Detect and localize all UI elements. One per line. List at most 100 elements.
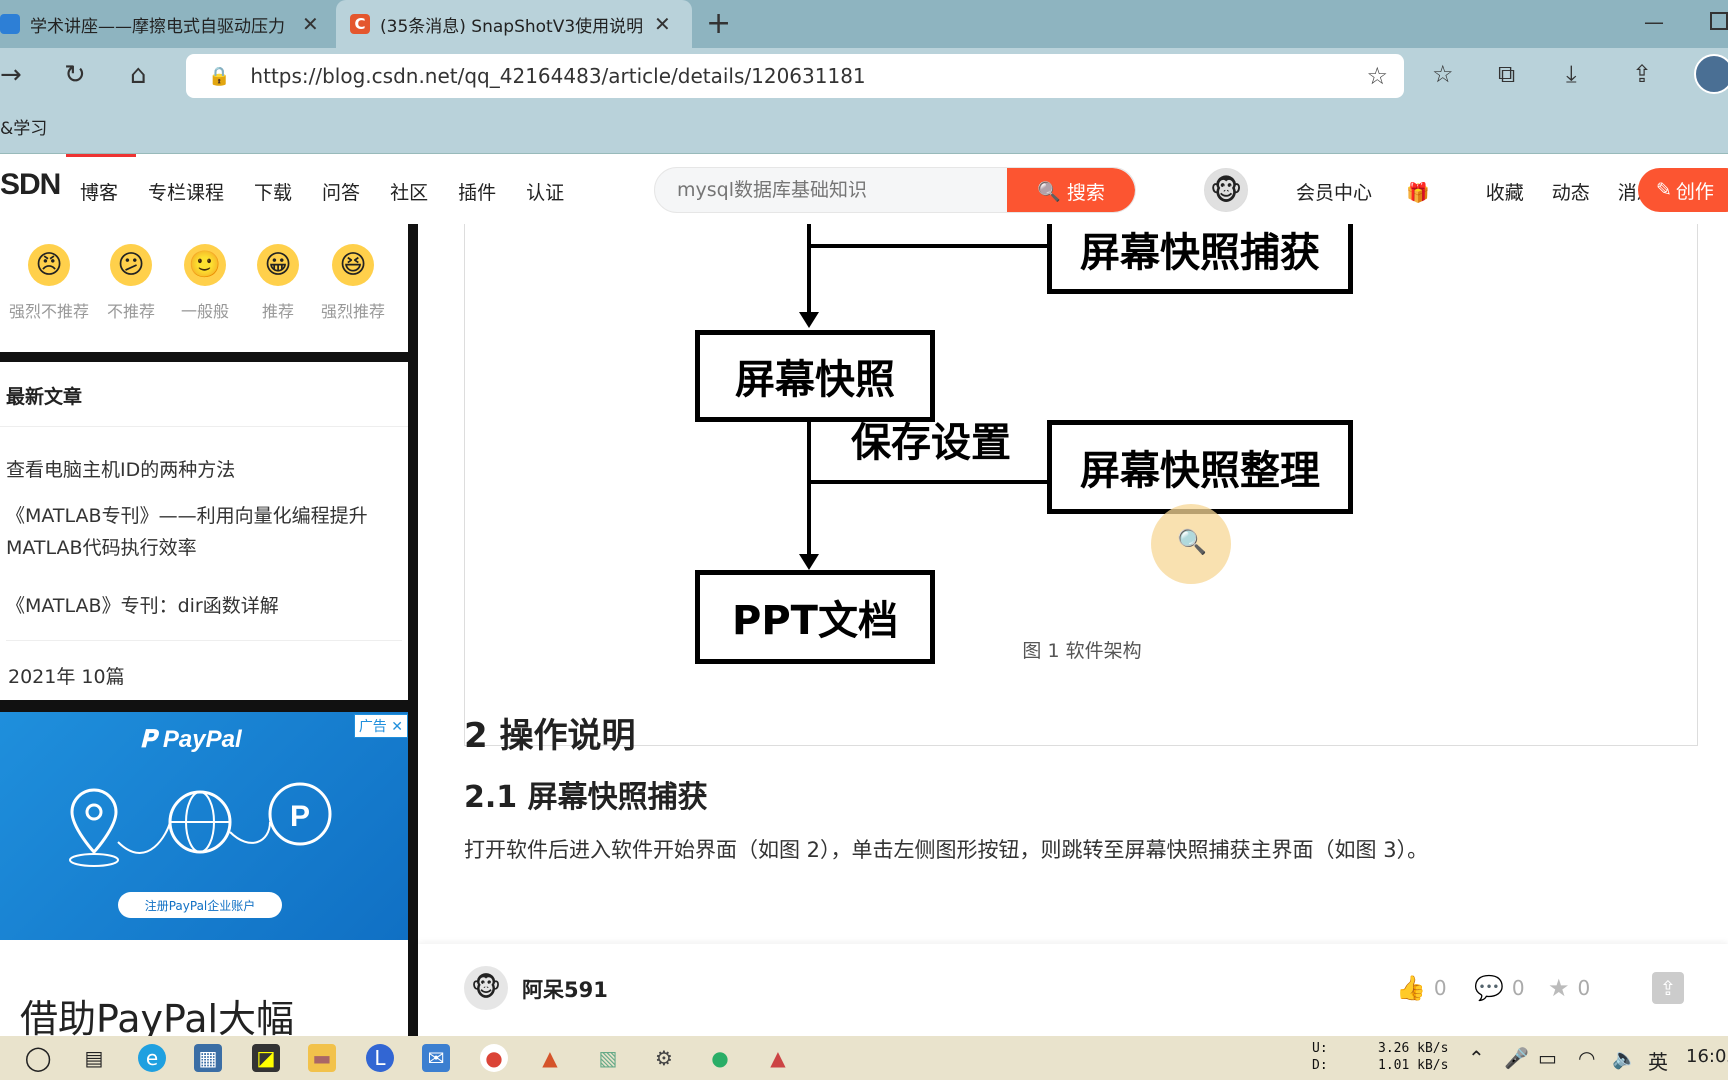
nav-vip[interactable]: 会员中心 🎁 bbox=[1296, 178, 1458, 205]
search-input[interactable] bbox=[677, 168, 997, 212]
download-icon[interactable]: ⤓ bbox=[1566, 60, 1577, 88]
settings-gear-icon[interactable]: ⚙ bbox=[650, 1044, 678, 1072]
mail-icon[interactable]: ✉ bbox=[422, 1044, 450, 1072]
article-link[interactable]: 查看电脑主机ID的两种方法 bbox=[6, 454, 402, 486]
collections-icon[interactable]: ⧉ bbox=[1498, 60, 1515, 88]
nav-certification[interactable]: 认证 bbox=[526, 178, 564, 205]
calculator-icon[interactable]: ▦ bbox=[194, 1044, 222, 1072]
maximize-icon[interactable] bbox=[1710, 12, 1728, 30]
author-name[interactable]: 阿呆591 bbox=[522, 974, 608, 1004]
clock[interactable]: 16:03 bbox=[1686, 1046, 1728, 1067]
nav-activity[interactable]: 动态 bbox=[1552, 178, 1590, 205]
cortana-icon[interactable]: ◯ bbox=[24, 1044, 52, 1072]
ad-cta-button[interactable]: 注册PayPal企业账户 bbox=[118, 892, 282, 918]
create-button-label: 创作 bbox=[1675, 180, 1714, 203]
flow-line bbox=[807, 224, 811, 314]
flow-line bbox=[807, 480, 1047, 484]
neutral-face-icon: 🙂 bbox=[184, 244, 226, 286]
rating-strong-yes[interactable]: 😆 强烈推荐 bbox=[308, 244, 398, 322]
recent-title: 最新文章 bbox=[6, 386, 83, 408]
ad-tag[interactable]: 广告 ✕ bbox=[353, 714, 408, 738]
favorite-button[interactable]: ★ 0 bbox=[1548, 974, 1590, 1002]
create-button[interactable]: ✎ 创作 bbox=[1638, 168, 1728, 212]
paypal-ad[interactable]: 广告 ✕ 𝐏 PayPal P 注册PayPal企业账户 bbox=[0, 712, 408, 940]
share-button[interactable]: ⇪ bbox=[1652, 972, 1684, 1004]
paypal-p-icon: 𝐏 bbox=[140, 726, 163, 753]
tab-lecture[interactable]: 学术讲座——摩擦电式自驱动压力 ✕ bbox=[0, 0, 332, 48]
user-avatar[interactable]: 🐵 bbox=[1204, 168, 1248, 212]
bookmark-item[interactable]: &学习 bbox=[0, 114, 47, 139]
wifi-icon[interactable]: ◠ bbox=[1578, 1046, 1595, 1070]
csdn-logo[interactable]: SDN bbox=[0, 168, 61, 202]
chevron-up-icon[interactable]: ⌃ bbox=[1468, 1046, 1485, 1070]
lock-icon: 🔒 bbox=[208, 65, 231, 87]
like-button[interactable]: 👍 0 bbox=[1396, 974, 1447, 1002]
author-avatar[interactable]: 🐵 bbox=[464, 966, 508, 1010]
chrome-icon[interactable]: ● bbox=[480, 1044, 508, 1072]
microphone-icon[interactable]: 🎤 bbox=[1504, 1046, 1529, 1070]
address-bar[interactable]: 🔒 https://blog.csdn.net/qq_42164483/arti… bbox=[186, 54, 1404, 98]
refresh-icon[interactable]: ↻ bbox=[64, 60, 86, 90]
label-save-settings: 保存设置 bbox=[851, 420, 1011, 466]
task-view-icon[interactable]: ▤ bbox=[80, 1044, 108, 1072]
ad-illustration: P bbox=[69, 782, 332, 867]
battery-icon[interactable]: ▭ bbox=[1538, 1046, 1557, 1070]
image-viewer-icon[interactable]: ▧ bbox=[594, 1044, 622, 1072]
flow-arrow bbox=[799, 554, 819, 570]
tab-csdn-active[interactable]: C (35条消息) SnapShotV3使用说明 ✕ bbox=[336, 0, 692, 48]
architecture-figure[interactable]: 屏幕快照捕获 屏幕快照 保存设置 屏幕快照整理 PPT文档 🔍 图 1 软件架构 bbox=[464, 224, 1698, 746]
comment-icon: 💬 bbox=[1474, 974, 1504, 1002]
profile-avatar[interactable] bbox=[1694, 54, 1728, 94]
nav-blog[interactable]: 博客 bbox=[80, 178, 118, 205]
nav-community[interactable]: 社区 bbox=[390, 178, 428, 205]
thumbs-up-icon: 👍 bbox=[1396, 974, 1426, 1002]
box-snapshot-organize: 屏幕快照整理 bbox=[1047, 420, 1353, 514]
share-icon[interactable]: ⇪ bbox=[1632, 60, 1652, 88]
browser-tab-bar: 学术讲座——摩擦电式自驱动压力 ✕ C (35条消息) SnapShotV3使用… bbox=[0, 0, 1728, 48]
volume-icon[interactable]: 🔈 bbox=[1612, 1046, 1637, 1070]
nav-favorites[interactable]: 收藏 bbox=[1486, 178, 1524, 205]
search-button[interactable]: 🔍 搜索 bbox=[1007, 168, 1135, 212]
forward-icon[interactable]: → bbox=[0, 60, 22, 90]
flow-line bbox=[807, 422, 811, 562]
box-snapshot-capture: 屏幕快照捕获 bbox=[1047, 224, 1353, 294]
archive-link[interactable]: 2021年 10篇 bbox=[8, 662, 125, 689]
ime-indicator[interactable]: 英 bbox=[1648, 1046, 1668, 1075]
search-icon: 🔍 bbox=[1037, 180, 1061, 203]
angry-face-icon: 😠 bbox=[28, 244, 70, 286]
article-link[interactable]: 《MATLAB专刊》——利用向量化编程提升MATLAB代码执行效率 bbox=[6, 500, 402, 564]
subsection-heading: 2.1 屏幕快照捕获 bbox=[464, 780, 708, 815]
comment-button[interactable]: 💬 0 bbox=[1474, 974, 1525, 1002]
download-speed: 1.01 kB/s bbox=[1378, 1058, 1449, 1073]
clock-app-icon[interactable]: L bbox=[366, 1044, 394, 1072]
close-icon[interactable]: ✕ bbox=[302, 12, 319, 36]
nav-plugins[interactable]: 插件 bbox=[458, 178, 496, 205]
article-link[interactable]: 《MATLAB》专刊：dir函数详解 bbox=[6, 590, 402, 622]
close-icon[interactable]: ✕ bbox=[654, 12, 671, 36]
paypal-brand: PayPal bbox=[162, 726, 242, 753]
windows-taskbar: ◯ ▤ e ▦ ◪ ▬ L ✉ ● ▲ ▧ ⚙ ● ▲ U: D: 3.26 k… bbox=[0, 1036, 1728, 1080]
file-explorer-icon[interactable]: ▬ bbox=[308, 1044, 336, 1072]
like-count: 0 bbox=[1433, 976, 1447, 1000]
new-tab-icon[interactable]: + bbox=[706, 6, 731, 41]
rating-panel: 😠 强烈不推荐 😕 不推荐 🙂 一般般 😀 推荐 😆 强烈推荐 bbox=[0, 224, 408, 352]
header-accent bbox=[66, 154, 136, 157]
nav-courses[interactable]: 专栏课程 bbox=[148, 178, 224, 205]
flow-arrow bbox=[799, 312, 819, 328]
smile-face-icon: 😀 bbox=[257, 244, 299, 286]
sticky-notes-icon[interactable]: ◪ bbox=[252, 1044, 280, 1072]
add-favorite-icon[interactable]: ☆ bbox=[1366, 62, 1388, 90]
matlab-icon[interactable]: ▲ bbox=[764, 1044, 792, 1072]
favorites-icon[interactable]: ☆ bbox=[1432, 60, 1454, 88]
bookmarks-bar: &学习 bbox=[0, 106, 1728, 154]
home-icon[interactable]: ⌂ bbox=[130, 60, 147, 90]
nav-qa[interactable]: 问答 bbox=[322, 178, 360, 205]
rating-strong-no[interactable]: 😠 强烈不推荐 bbox=[4, 244, 94, 322]
rating-label: 强烈推荐 bbox=[320, 302, 385, 321]
minimize-icon[interactable]: — bbox=[1644, 10, 1664, 34]
wechat-icon[interactable]: ● bbox=[706, 1044, 734, 1072]
edge-icon[interactable]: e bbox=[138, 1044, 166, 1072]
site-header: SDN 博客 专栏课程 下载 问答 社区 插件 认证 🔍 搜索 🐵 会员中心 🎁… bbox=[0, 154, 1728, 224]
matlab-icon[interactable]: ▲ bbox=[536, 1044, 564, 1072]
nav-download[interactable]: 下载 bbox=[254, 178, 292, 205]
